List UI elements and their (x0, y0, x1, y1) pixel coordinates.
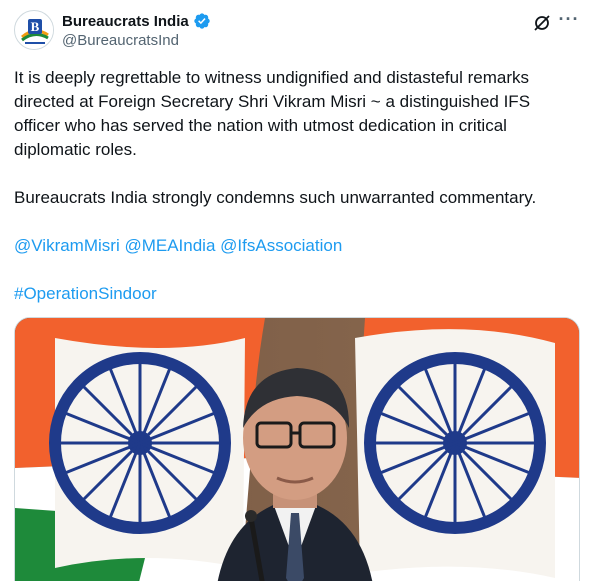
more-icon[interactable]: ··· (558, 10, 580, 32)
mentions-line: @VikramMisri @MEAIndia @IfsAssociation (14, 234, 580, 258)
tweet-header: B Bureaucrats India @BureaucratsInd ··· (14, 10, 580, 54)
tweet-paragraph-1: It is deeply regrettable to witness undi… (14, 68, 531, 159)
svg-text:B: B (31, 19, 40, 34)
display-name[interactable]: Bureaucrats India (62, 13, 189, 30)
mention-link[interactable]: @MEAIndia (124, 236, 215, 255)
tweet-body: It is deeply regrettable to witness undi… (14, 66, 580, 306)
india-flag-left (15, 318, 265, 581)
grok-icon[interactable] (532, 13, 552, 33)
tweet-paragraph-2: Bureaucrats India strongly condemns such… (14, 188, 537, 207)
mention-link[interactable]: @VikramMisri (14, 236, 120, 255)
verified-badge-icon (194, 13, 210, 29)
name-row: Bureaucrats India (62, 12, 211, 30)
mention-link[interactable]: @IfsAssociation (220, 236, 342, 255)
hashtag-link[interactable]: #OperationSindoor (14, 282, 580, 306)
india-flag-right (355, 318, 579, 581)
avatar[interactable]: B (14, 10, 54, 50)
bureaucrats-india-logo-icon: B (16, 12, 53, 49)
account-handle[interactable]: @BureaucratsInd (62, 32, 179, 49)
press-briefing-photo (15, 318, 579, 581)
tweet-media-image[interactable] (14, 317, 580, 581)
